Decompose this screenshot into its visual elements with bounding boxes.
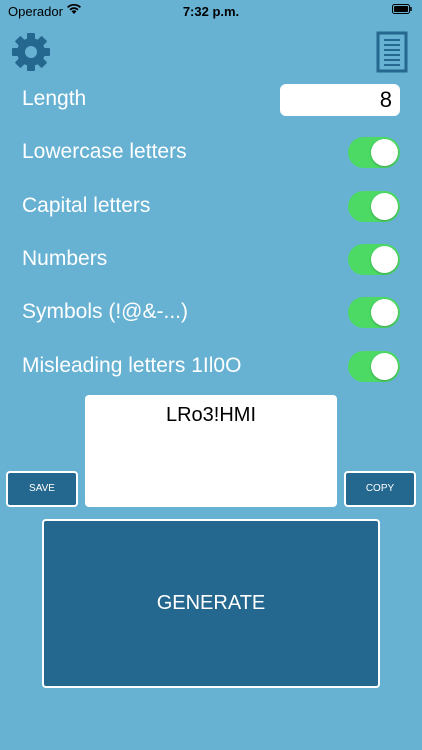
password-output[interactable]: LRo3!HMI [85,395,337,507]
length-row: Length 8 [0,82,422,118]
battery-icon [392,4,412,14]
capital-row: Capital letters [0,189,422,225]
misleading-toggle[interactable] [348,351,400,382]
misleading-row: Misleading letters 1Il0O [0,349,422,385]
lowercase-toggle[interactable] [348,137,400,168]
generate-button[interactable]: GENERATE [42,519,380,688]
misleading-label: Misleading letters 1Il0O [22,354,242,377]
numbers-toggle[interactable] [348,244,400,275]
toggle-knob [371,193,398,220]
length-label: Length [22,87,87,110]
capital-label: Capital letters [22,194,151,217]
lowercase-row: Lowercase letters [0,135,422,171]
gear-icon[interactable] [10,31,52,73]
save-button[interactable]: SAVE [6,471,78,507]
symbols-row: Symbols (!@&-...) [0,295,422,331]
length-input[interactable]: 8 [280,84,400,116]
toggle-knob [371,353,398,380]
symbols-label: Symbols (!@&-...) [22,300,189,323]
clock: 7:32 p.m. [182,4,240,19]
capital-toggle[interactable] [348,191,400,222]
numbers-label: Numbers [22,247,108,270]
status-bar: Operador 7:32 p.m. [0,0,422,22]
copy-button[interactable]: COPY [344,471,416,507]
toggle-knob [371,246,398,273]
toggle-knob [371,299,398,326]
symbols-toggle[interactable] [348,297,400,328]
toggle-knob [371,139,398,166]
lowercase-label: Lowercase letters [22,140,187,163]
document-list-icon[interactable] [376,31,408,73]
numbers-row: Numbers [0,242,422,278]
